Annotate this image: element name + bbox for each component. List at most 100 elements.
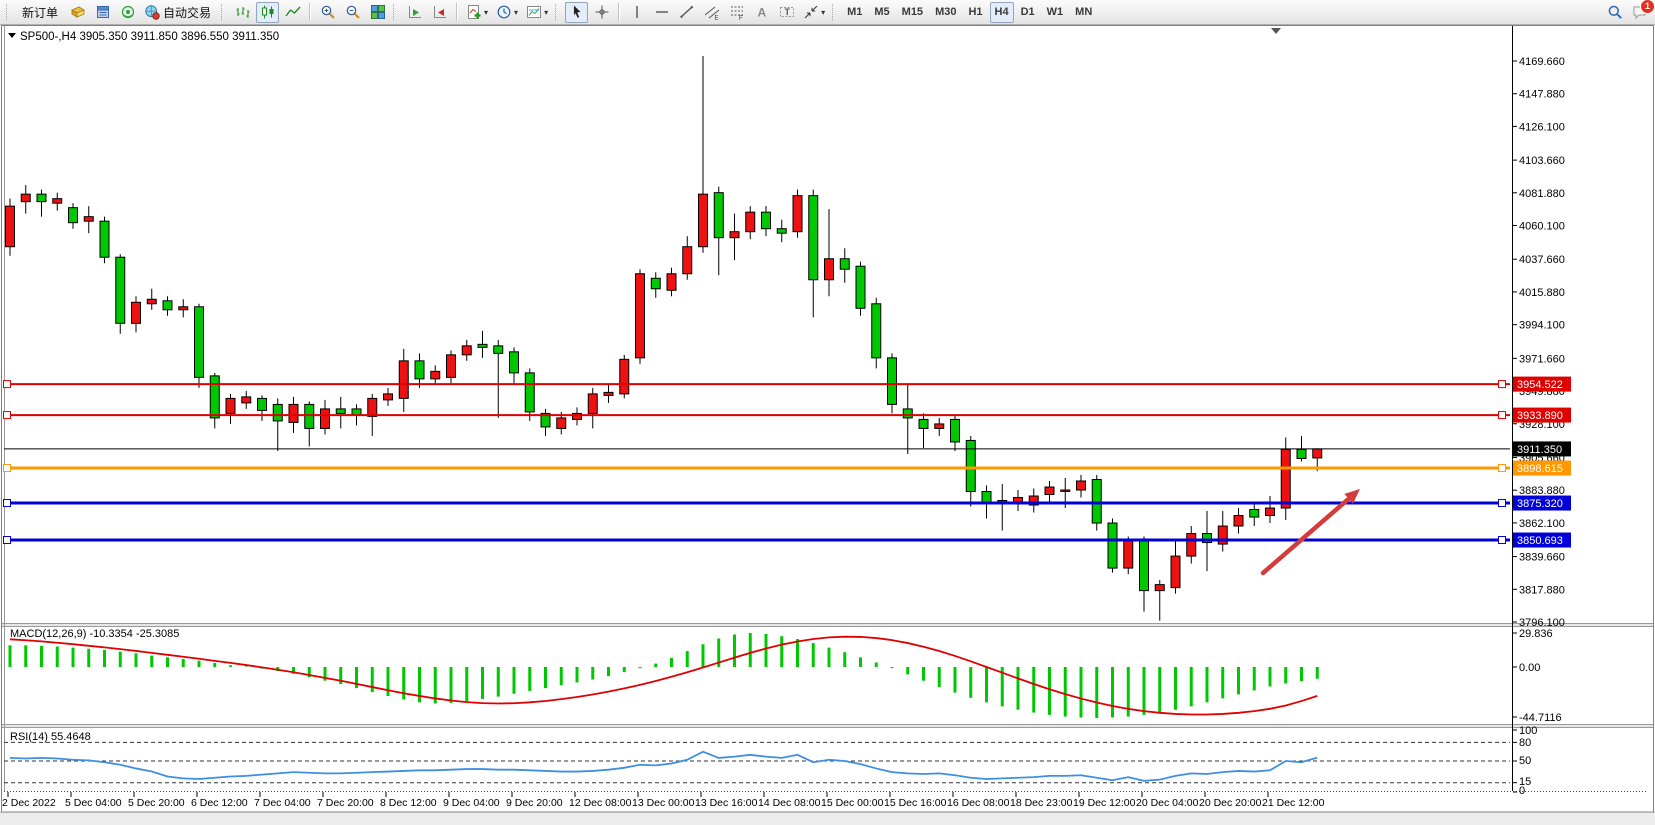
main-toolbar: 新订单 自动交易 ▾ ▾ ▾ E F AT ▾ M1M5M15M30H1H4D1W1MN 1 bbox=[0, 0, 1655, 25]
terminal-button[interactable] bbox=[116, 2, 139, 23]
horizontal-line-button[interactable] bbox=[650, 2, 673, 23]
time-tick-label: 20 Dec 20:00 bbox=[1199, 797, 1262, 809]
chevron-down-icon[interactable]: ▾ bbox=[821, 8, 825, 17]
market-watch-button[interactable] bbox=[66, 2, 89, 23]
zoom-out-button[interactable] bbox=[341, 2, 364, 23]
timeframe-MN[interactable]: MN bbox=[1070, 2, 1097, 23]
line-handle[interactable] bbox=[1499, 412, 1506, 419]
chevron-down-icon[interactable]: ▾ bbox=[484, 8, 488, 17]
fibonacci-button[interactable]: F bbox=[725, 2, 748, 23]
svg-text:3875.320: 3875.320 bbox=[1517, 498, 1563, 510]
line-handle[interactable] bbox=[4, 381, 11, 388]
rsi-axis-label: 0 bbox=[1519, 785, 1525, 797]
candle-body bbox=[683, 247, 692, 274]
candle-body bbox=[1171, 556, 1180, 588]
vertical-line-button[interactable] bbox=[625, 2, 648, 23]
horizontal-line-icon bbox=[654, 4, 670, 20]
candle-body bbox=[179, 307, 188, 310]
zoom-out-icon bbox=[345, 4, 361, 20]
candle-body bbox=[510, 352, 519, 373]
price-tick-label: 4060.100 bbox=[1519, 221, 1565, 233]
chart-shift-button[interactable] bbox=[428, 2, 451, 23]
candle-body bbox=[494, 346, 503, 354]
candle-body bbox=[1313, 449, 1322, 458]
terminal-icon bbox=[120, 4, 136, 20]
candle-body bbox=[1266, 508, 1275, 516]
text-button[interactable]: A bbox=[750, 2, 773, 23]
chevron-down-icon[interactable]: ▾ bbox=[514, 8, 518, 17]
candle-body bbox=[258, 398, 267, 410]
candle-body bbox=[116, 257, 125, 323]
timeframe-M15[interactable]: M15 bbox=[897, 2, 928, 23]
chat-button[interactable]: 1 bbox=[1628, 2, 1651, 23]
candlestick-button[interactable] bbox=[256, 2, 279, 23]
toolbar-separator bbox=[456, 3, 458, 21]
channel-button[interactable]: E bbox=[700, 2, 723, 23]
candle-body bbox=[793, 196, 802, 232]
zoom-in-button[interactable] bbox=[316, 2, 339, 23]
candle-body bbox=[651, 278, 660, 289]
line-handle[interactable] bbox=[1499, 500, 1506, 507]
price-tick-label: 3839.660 bbox=[1519, 552, 1565, 564]
time-tick-label: 19 Dec 12:00 bbox=[1073, 797, 1136, 809]
line-handle[interactable] bbox=[1499, 465, 1506, 472]
timeframe-M5[interactable]: M5 bbox=[869, 2, 894, 23]
timeframe-H1[interactable]: H1 bbox=[963, 2, 987, 23]
label-button[interactable]: T bbox=[775, 2, 798, 23]
candle-body bbox=[872, 304, 881, 358]
shapes-dropdown bbox=[803, 4, 819, 20]
timeframe-H4[interactable]: H4 bbox=[990, 2, 1014, 23]
price-tick-label: 3883.880 bbox=[1519, 485, 1565, 497]
candle-body bbox=[825, 259, 834, 280]
indicators-dropdown[interactable]: ▾ bbox=[463, 2, 491, 23]
chart-shift-icon bbox=[432, 4, 448, 20]
rsi-axis-label: 100 bbox=[1519, 725, 1537, 737]
timeframe-M1[interactable]: M1 bbox=[842, 2, 867, 23]
window-bottom-strip bbox=[0, 812, 1655, 825]
toolbar-grip bbox=[832, 4, 837, 21]
channel-icon: E bbox=[704, 4, 720, 20]
navigator-button[interactable] bbox=[91, 2, 114, 23]
candle-body bbox=[399, 361, 408, 399]
auto-trading-button[interactable]: 自动交易 bbox=[141, 2, 217, 23]
search-button[interactable] bbox=[1603, 2, 1626, 23]
time-tick-label: 9 Dec 20:00 bbox=[506, 797, 563, 809]
line-handle[interactable] bbox=[1499, 537, 1506, 544]
new-order-button[interactable]: 新订单 bbox=[16, 2, 64, 23]
vertical-line-icon bbox=[629, 4, 645, 20]
cursor-button[interactable] bbox=[565, 2, 588, 23]
line-handle[interactable] bbox=[4, 465, 11, 472]
line-handle[interactable] bbox=[4, 412, 11, 419]
tile-windows-button[interactable] bbox=[366, 2, 389, 23]
chevron-down-icon[interactable]: ▾ bbox=[544, 8, 548, 17]
line-handle[interactable] bbox=[4, 500, 11, 507]
notification-badge[interactable]: 1 bbox=[1640, 0, 1655, 14]
time-tick-label: 13 Dec 16:00 bbox=[695, 797, 758, 809]
toolbar-grip bbox=[393, 4, 398, 21]
trendline-button[interactable] bbox=[675, 2, 698, 23]
bar-chart-button[interactable] bbox=[231, 2, 254, 23]
rsi-axis-label: 50 bbox=[1519, 755, 1531, 767]
timeframe-M30[interactable]: M30 bbox=[930, 2, 961, 23]
candle-body bbox=[730, 232, 739, 238]
line-handle[interactable] bbox=[4, 537, 11, 544]
line-handle[interactable] bbox=[1499, 381, 1506, 388]
toolbar-grip bbox=[221, 4, 226, 21]
line-chart-button[interactable] bbox=[281, 2, 304, 23]
candle-body bbox=[84, 217, 93, 222]
time-tick-label: 21 Dec 12:00 bbox=[1262, 797, 1325, 809]
svg-text:F: F bbox=[739, 16, 743, 20]
timeframe-D1[interactable]: D1 bbox=[1016, 2, 1040, 23]
crosshair-button[interactable] bbox=[590, 2, 613, 23]
price-tick-label: 4081.880 bbox=[1519, 188, 1565, 200]
label-icon: T bbox=[779, 4, 795, 20]
time-tick-label: 5 Dec 04:00 bbox=[65, 797, 122, 809]
auto-scroll-button[interactable] bbox=[403, 2, 426, 23]
templates-dropdown[interactable]: ▾ bbox=[523, 2, 551, 23]
timeframe-W1[interactable]: W1 bbox=[1042, 2, 1069, 23]
fibonacci-icon: F bbox=[729, 4, 745, 20]
shapes-dropdown[interactable]: ▾ bbox=[800, 2, 828, 23]
time-tick-label: 8 Dec 12:00 bbox=[380, 797, 437, 809]
new-order-label: 新订单 bbox=[19, 4, 61, 21]
periods-dropdown[interactable]: ▾ bbox=[493, 2, 521, 23]
